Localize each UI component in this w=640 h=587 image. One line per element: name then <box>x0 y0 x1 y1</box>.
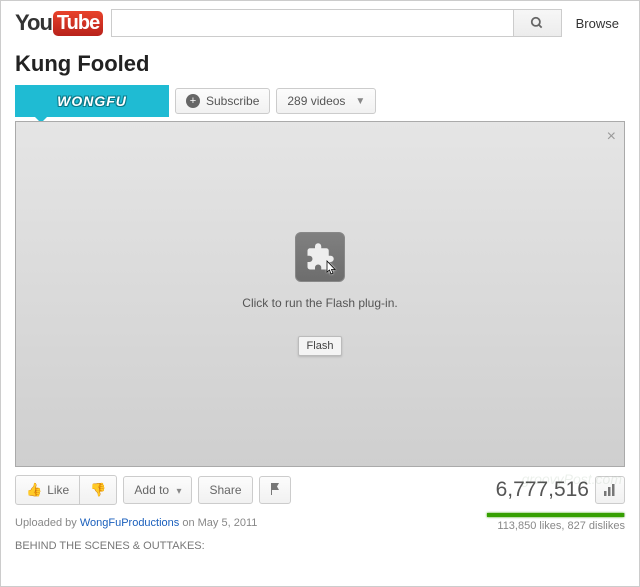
logo-you-text: You <box>15 10 52 36</box>
youtube-logo[interactable]: You Tube <box>15 10 103 36</box>
logo-tube-text: Tube <box>53 11 103 36</box>
upload-row: Uploaded by WongFuProductions on May 5, … <box>15 513 625 532</box>
plugin-text: Click to run the Flash plug-in. <box>242 296 397 310</box>
flag-icon <box>270 483 280 495</box>
ratio-bar <box>487 513 625 517</box>
plugin-puzzle-icon[interactable] <box>295 232 345 282</box>
close-icon[interactable]: × <box>607 128 616 146</box>
search-icon <box>530 16 544 30</box>
videos-count-label: 289 videos <box>287 94 345 108</box>
header: You Tube Browse <box>15 9 625 37</box>
thumb-down-icon: 👎 <box>90 482 106 498</box>
like-dislike-group: 👍 Like 👎 <box>15 475 117 505</box>
watermark: groovyPost.com <box>522 471 622 487</box>
search-input[interactable] <box>111 9 513 37</box>
chevron-down-icon: ▼ <box>355 96 365 107</box>
subscribe-button[interactable]: + Subscribe <box>175 88 270 114</box>
search-button[interactable] <box>514 9 562 37</box>
channel-badge[interactable]: WONGFU <box>15 85 169 117</box>
uploader-link[interactable]: WongFuProductions <box>80 517 179 529</box>
upload-date: on May 5, 2011 <box>179 517 257 529</box>
like-button[interactable]: 👍 Like <box>16 476 80 504</box>
videos-count-button[interactable]: 289 videos ▼ <box>276 88 376 114</box>
channel-name: WONGFU <box>57 93 127 109</box>
upload-prefix: Uploaded by <box>15 517 80 529</box>
chevron-down-icon: ▾ <box>176 486 181 497</box>
channel-row: WONGFU + Subscribe 289 videos ▼ <box>15 85 625 117</box>
video-player[interactable]: × Click to run the Flash plug-in. Flash <box>15 121 625 467</box>
ratio-fill <box>487 513 624 517</box>
subscribe-label: Subscribe <box>206 94 259 108</box>
upload-info: Uploaded by WongFuProductions on May 5, … <box>15 517 257 529</box>
search-form <box>111 9 561 37</box>
description-start: BEHIND THE SCENES & OUTTAKES: <box>15 540 625 552</box>
browse-link[interactable]: Browse <box>570 16 625 31</box>
dislike-button[interactable]: 👎 <box>80 476 116 504</box>
flag-button[interactable] <box>259 476 291 504</box>
addto-label: Add to <box>134 483 169 497</box>
plus-icon: + <box>186 94 200 108</box>
flash-tooltip: Flash <box>298 336 343 356</box>
video-title: Kung Fooled <box>15 51 625 77</box>
likes-dislikes-text: 113,850 likes, 827 dislikes <box>487 520 625 532</box>
add-to-button[interactable]: Add to ▾ <box>123 476 192 504</box>
likes-ratio: 113,850 likes, 827 dislikes <box>487 513 625 532</box>
like-label: Like <box>47 483 69 497</box>
share-button[interactable]: Share <box>198 476 252 504</box>
thumb-up-icon: 👍 <box>26 482 42 498</box>
cursor-icon <box>322 260 338 283</box>
